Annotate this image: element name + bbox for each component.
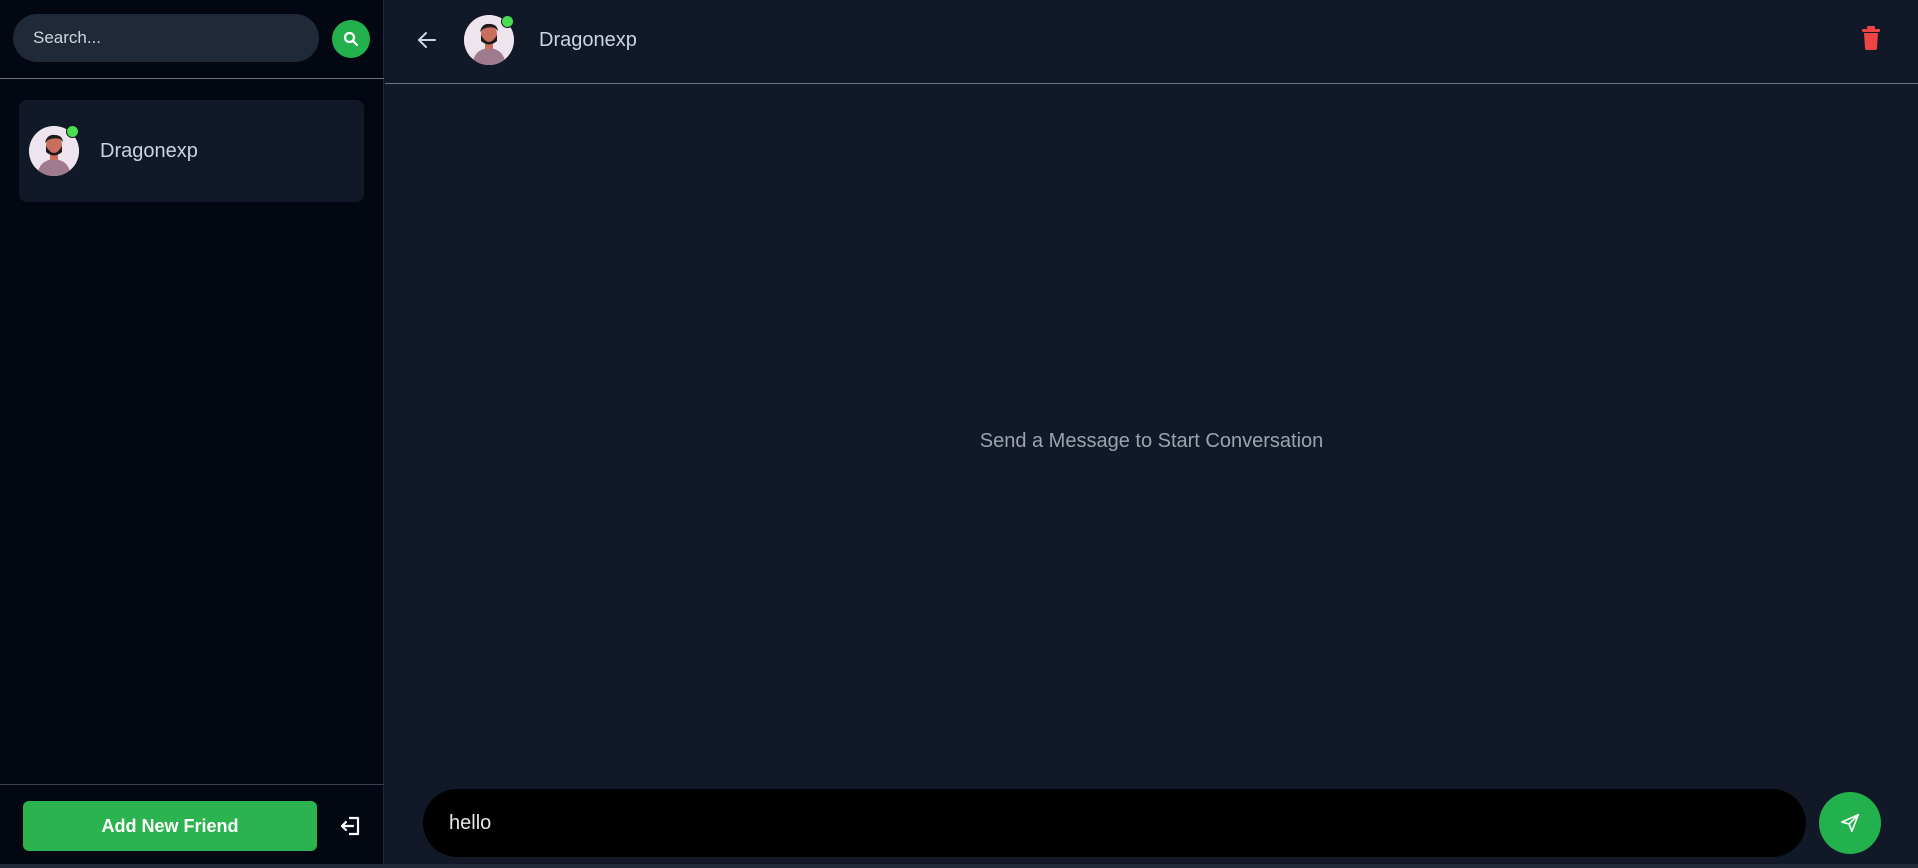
search-row (13, 14, 371, 62)
search-icon (343, 31, 359, 47)
online-status-dot (501, 15, 514, 28)
send-button[interactable] (1819, 792, 1881, 854)
empty-conversation-message: Send a Message to Start Conversation (979, 430, 1324, 452)
search-button[interactable] (332, 20, 370, 58)
search-input[interactable] (13, 14, 319, 62)
sidebar-footer-divider (0, 784, 384, 785)
bottom-bar (0, 864, 1918, 868)
contact-name: Dragonexp (100, 140, 198, 162)
chat-header-name: Dragonexp (539, 29, 637, 51)
arrow-left-icon (418, 32, 436, 48)
online-status-dot (66, 125, 79, 138)
sidebar: Dragonexp Add New Friend (0, 0, 384, 868)
chat-header: Dragonexp (385, 0, 1918, 84)
message-input[interactable] (423, 789, 1806, 857)
logout-icon (340, 816, 360, 836)
add-new-friend-button[interactable]: Add New Friend (23, 801, 317, 851)
logout-button[interactable] (338, 813, 364, 839)
delete-chat-button[interactable] (1860, 25, 1882, 51)
paper-plane-icon (1840, 813, 1860, 833)
sidebar-divider (0, 78, 384, 79)
trash-icon (1862, 26, 1880, 50)
back-button[interactable] (415, 28, 439, 52)
contact-item[interactable]: Dragonexp (19, 100, 364, 202)
